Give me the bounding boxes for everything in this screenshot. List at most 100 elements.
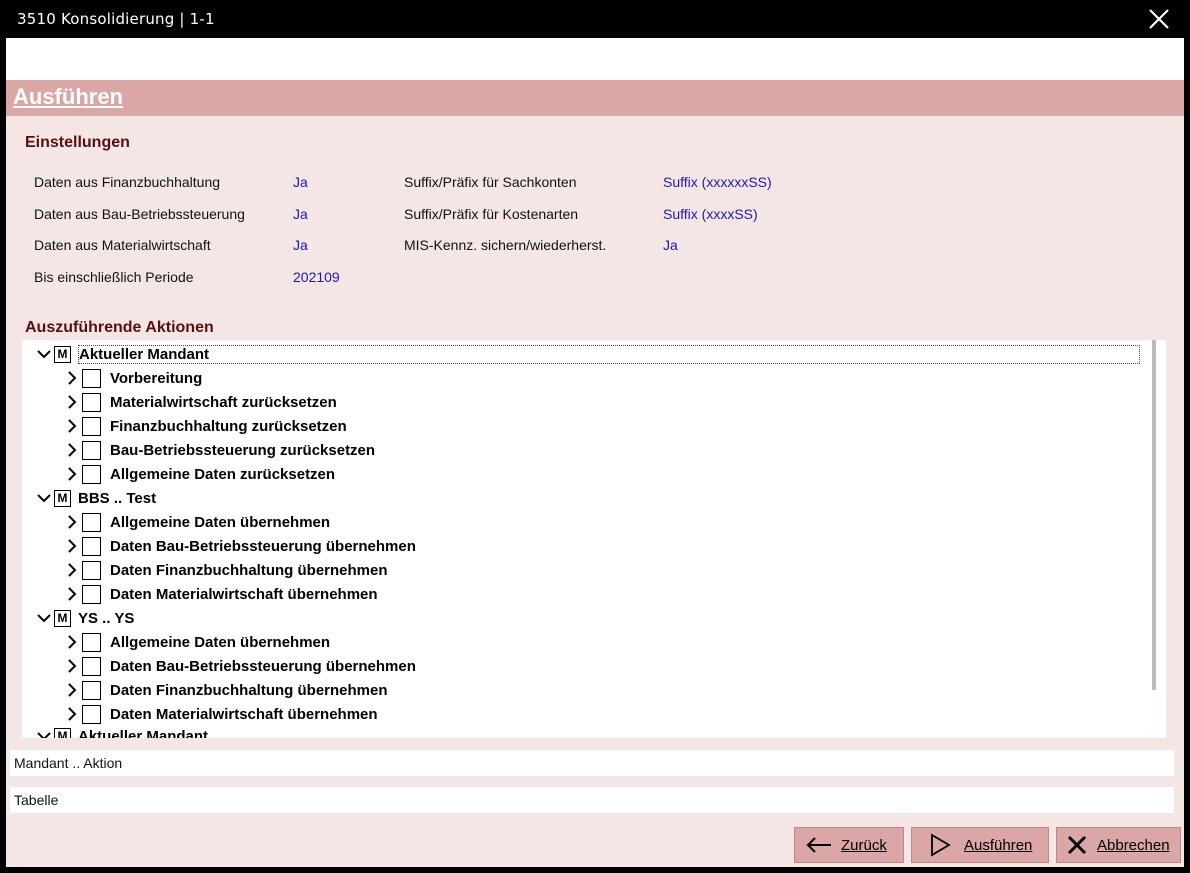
page-title: Ausführen	[13, 84, 123, 109]
tabelle-field: Tabelle	[10, 787, 1174, 813]
setting-label-periode: Bis einschließlich Periode	[34, 269, 194, 285]
tree-node-label[interactable]: Bau-Betriebssteuerung zurücksetzen	[110, 442, 375, 459]
tree-node-item[interactable]: Daten Bau-Betriebssteuerung übernehmen	[62, 654, 416, 678]
run-button[interactable]: Ausführen	[911, 827, 1049, 863]
tree-node-label[interactable]: BBS .. Test	[78, 490, 156, 507]
tree-node-label[interactable]: Daten Materialwirtschaft übernehmen	[110, 586, 378, 603]
tree-node-item[interactable]: Daten Finanzbuchhaltung übernehmen	[62, 558, 388, 582]
tree-node-label[interactable]: Allgemeine Daten übernehmen	[110, 634, 330, 651]
chevron-right-icon[interactable]	[62, 464, 82, 484]
setting-label-bbs: Daten aus Bau-Betriebssteuerung	[34, 206, 245, 222]
close-window-button[interactable]	[1146, 6, 1172, 32]
chevron-right-icon[interactable]	[62, 680, 82, 700]
tree-node-label[interactable]: Materialwirtschaft zurücksetzen	[110, 394, 337, 411]
chevron-right-icon[interactable]	[62, 560, 82, 580]
setting-value-bbs: Ja	[293, 206, 308, 222]
back-button[interactable]: Zurück	[794, 827, 904, 863]
item-checkbox[interactable]	[82, 368, 101, 388]
tree-node-item[interactable]: Daten Finanzbuchhaltung übernehmen	[62, 678, 388, 702]
chevron-right-icon[interactable]	[62, 704, 82, 724]
chevron-down-icon[interactable]	[34, 726, 54, 738]
chevron-down-icon[interactable]	[34, 608, 54, 628]
toolbar-strip	[6, 38, 1184, 80]
item-checkbox[interactable]	[82, 512, 101, 532]
tree-node-item[interactable]: Allgemeine Daten zurücksetzen	[62, 462, 335, 486]
chevron-right-icon[interactable]	[62, 632, 82, 652]
tree-node-label[interactable]: Daten Bau-Betriebssteuerung übernehmen	[110, 658, 416, 675]
tree-node-label[interactable]: Daten Finanzbuchhaltung übernehmen	[110, 562, 388, 579]
chevron-right-icon[interactable]	[62, 392, 82, 412]
item-checkbox[interactable]	[82, 392, 101, 412]
page-header: Ausführen	[6, 80, 1184, 116]
tree-node-label[interactable]: Daten Finanzbuchhaltung übernehmen	[110, 682, 388, 699]
setting-value-fibu: Ja	[293, 174, 308, 190]
tree-node-item[interactable]: Bau-Betriebssteuerung zurücksetzen	[62, 438, 375, 462]
item-checkbox[interactable]	[82, 536, 101, 556]
dialog-window: 3510 Konsolidierung | 1-1 Ausführen Eins…	[0, 0, 1190, 873]
chevron-right-icon[interactable]	[62, 584, 82, 604]
tree-node-label[interactable]: Aktueller Mandant	[78, 728, 208, 739]
item-checkbox[interactable]	[82, 680, 101, 700]
group-mark-box[interactable]: M	[54, 489, 71, 507]
item-checkbox[interactable]	[82, 584, 101, 604]
window-title: 3510 Konsolidierung | 1-1	[17, 10, 215, 28]
dialog-client-area: Ausführen Einstellungen Daten aus Finanz…	[6, 38, 1184, 867]
chevron-right-icon[interactable]	[62, 656, 82, 676]
tree-node-label[interactable]: Aktueller Mandant	[78, 344, 1140, 364]
group-mark-box[interactable]: M	[54, 345, 71, 363]
tree-node-label[interactable]: Daten Bau-Betriebssteuerung übernehmen	[110, 538, 416, 555]
tree-node-label[interactable]: YS .. YS	[78, 610, 134, 627]
chevron-down-icon[interactable]	[34, 344, 54, 364]
item-checkbox[interactable]	[82, 440, 101, 460]
tree-node-group[interactable]: M Aktueller Mandant	[34, 724, 208, 738]
tree-node-group[interactable]: M YS .. YS	[34, 606, 134, 630]
setting-value-sachkonten: Suffix (xxxxxxSS)	[663, 174, 772, 190]
item-checkbox[interactable]	[82, 632, 101, 652]
item-checkbox[interactable]	[82, 704, 101, 724]
tree-node-item[interactable]: Daten Bau-Betriebssteuerung übernehmen	[62, 534, 416, 558]
chevron-right-icon[interactable]	[62, 440, 82, 460]
item-checkbox[interactable]	[82, 464, 101, 484]
cancel-button[interactable]: Abbrechen	[1056, 827, 1181, 863]
close-icon	[1149, 9, 1169, 29]
chevron-down-icon[interactable]	[34, 488, 54, 508]
tree-node-group[interactable]: M Aktueller Mandant	[34, 342, 1140, 366]
actions-section-title: Auszuführende Aktionen	[25, 319, 214, 336]
tree-node-item[interactable]: Vorbereitung	[62, 366, 202, 390]
chevron-right-icon[interactable]	[62, 512, 82, 532]
setting-value-mis: Ja	[663, 237, 678, 253]
tree-node-group[interactable]: M BBS .. Test	[34, 486, 156, 510]
group-mark-box[interactable]: M	[54, 727, 71, 738]
setting-value-mawi: Ja	[293, 237, 308, 253]
item-checkbox[interactable]	[82, 416, 101, 436]
setting-label-mis: MIS-Kennz. sichern/wiederherst.	[404, 237, 607, 253]
x-icon	[1063, 833, 1091, 857]
tree-node-item[interactable]: Daten Materialwirtschaft übernehmen	[62, 582, 378, 606]
play-icon	[926, 833, 954, 857]
chevron-right-icon[interactable]	[62, 416, 82, 436]
title-bar: 3510 Konsolidierung | 1-1	[0, 0, 1190, 38]
tree-node-label[interactable]: Allgemeine Daten übernehmen	[110, 514, 330, 531]
tree-node-item[interactable]: Allgemeine Daten übernehmen	[62, 630, 330, 654]
tree-node-item[interactable]: Allgemeine Daten übernehmen	[62, 510, 330, 534]
actions-tree[interactable]: M Aktueller Mandant Vorbereitung Materia…	[22, 340, 1166, 738]
item-checkbox[interactable]	[82, 656, 101, 676]
tree-node-item[interactable]: Materialwirtschaft zurücksetzen	[62, 390, 337, 414]
tree-node-label[interactable]: Vorbereitung	[110, 370, 202, 387]
tree-node-label[interactable]: Finanzbuchhaltung zurücksetzen	[110, 418, 347, 435]
mandant-aktion-field: Mandant .. Aktion	[10, 750, 1174, 776]
setting-label-mawi: Daten aus Materialwirtschaft	[34, 237, 211, 253]
chevron-right-icon[interactable]	[62, 536, 82, 556]
tree-node-item[interactable]: Finanzbuchhaltung zurücksetzen	[62, 414, 347, 438]
run-button-label: Ausführen	[964, 836, 1033, 854]
chevron-right-icon[interactable]	[62, 368, 82, 388]
tree-node-item[interactable]: Daten Materialwirtschaft übernehmen	[62, 702, 378, 726]
group-mark-box[interactable]: M	[54, 609, 71, 627]
back-button-label: Zurück	[841, 836, 887, 854]
cancel-button-label: Abbrechen	[1097, 836, 1170, 854]
tree-scrollbar[interactable]	[1152, 340, 1156, 690]
item-checkbox[interactable]	[82, 560, 101, 580]
tree-node-label[interactable]: Daten Materialwirtschaft übernehmen	[110, 706, 378, 723]
tree-node-label[interactable]: Allgemeine Daten zurücksetzen	[110, 466, 335, 483]
setting-label-kostenarten: Suffix/Präfix für Kostenarten	[404, 206, 579, 222]
